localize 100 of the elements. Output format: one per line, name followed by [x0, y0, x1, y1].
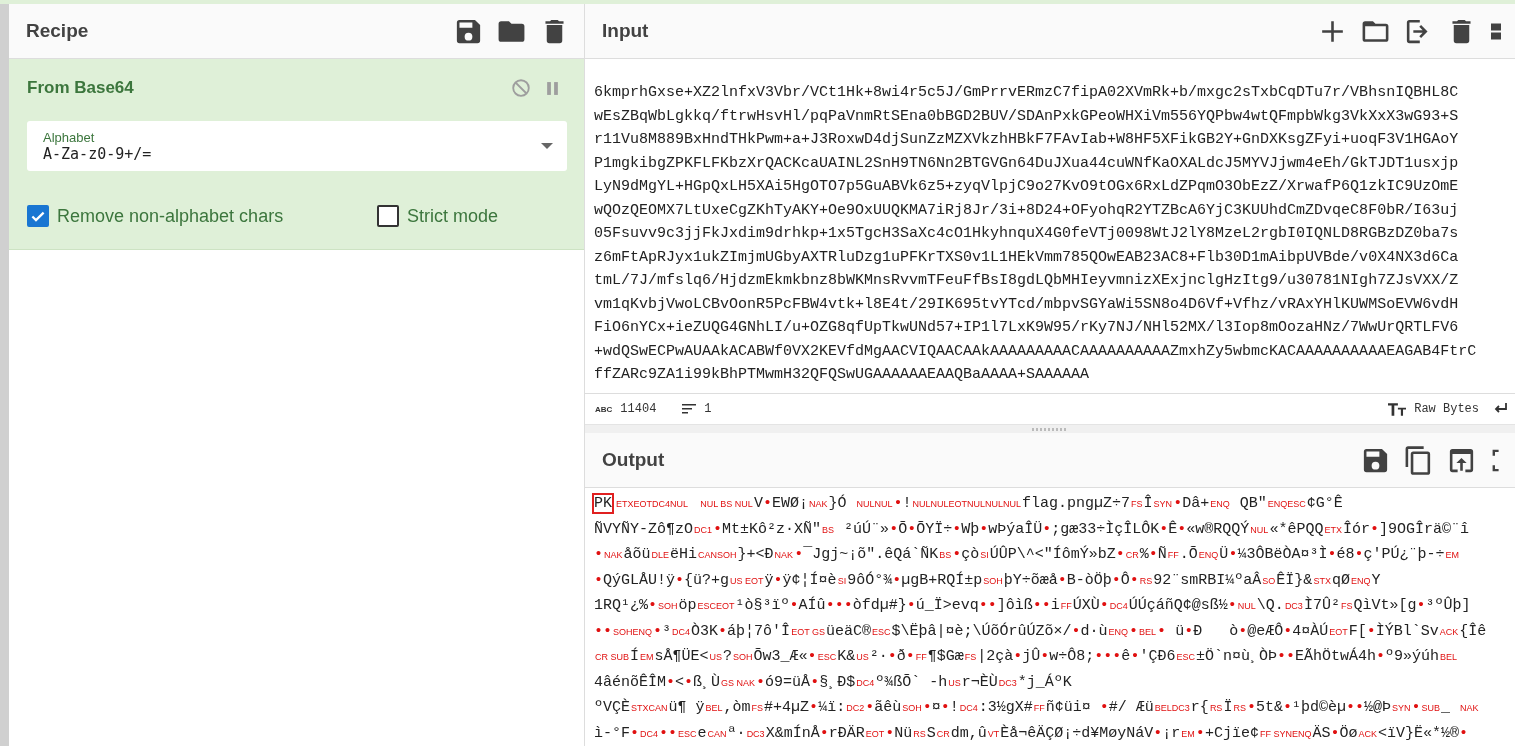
output-text: òfdµ#} [852, 597, 907, 614]
control-char-dot: • [940, 699, 950, 716]
control-char-dot: • [1327, 546, 1337, 563]
return-arrow-icon[interactable] [1493, 403, 1507, 415]
output-text: öp [678, 597, 697, 614]
control-char-label: DC4 [1108, 601, 1129, 611]
control-char-dot: • [819, 724, 829, 742]
output-text: ½@Þ [1364, 699, 1391, 716]
control-char-dot: • [1195, 724, 1205, 742]
control-char-label: SOH [901, 703, 923, 713]
output-text: ñ¢üi¤ [1045, 699, 1092, 716]
output-text: }+<Ð [737, 546, 774, 563]
text-size-icon[interactable] [1388, 402, 1407, 416]
output-text: ]ôìß [996, 597, 1033, 614]
output-text: jÛ [1022, 648, 1041, 665]
control-char-label: CR [1124, 550, 1140, 560]
output-text: º¾ßÕ` -h [875, 673, 948, 691]
output-text: ú_Ï>evq [915, 597, 979, 614]
control-char-dot: • [907, 520, 917, 538]
control-char-label: FF [1166, 550, 1180, 560]
output-text: 5t& [1255, 699, 1283, 716]
output-text: i [1050, 597, 1060, 614]
alphabet-dropdown[interactable]: Alphabet A-Za-z0-9+/= [27, 121, 567, 171]
output-text: §¸Ð$ [819, 673, 856, 691]
output-text: qØ [1331, 571, 1350, 589]
control-char-label: CANSOH [697, 550, 738, 560]
control-char-dot: ••• [1094, 648, 1122, 665]
output-text: 92¨smRBI¼ºaÂ [1153, 571, 1262, 589]
control-char-label: STX [1312, 575, 1332, 586]
control-char-label: NULNULEOTNULNULNUL [911, 499, 1023, 509]
lines-icon [682, 404, 697, 414]
output-text: +Cjïe¢ [1204, 724, 1259, 742]
control-char-dot: • [979, 520, 989, 538]
output-text: ß¸Ù [693, 673, 721, 691]
output-text: ¡r [1162, 724, 1181, 742]
control-char-label: NAK [807, 499, 829, 509]
encoding-label[interactable]: Raw Bytes [1414, 402, 1479, 416]
output-text: sÅ¶ÜE< [654, 648, 709, 665]
output-text: ¹ò§³ïº [735, 597, 790, 614]
output-text: ëHi [670, 546, 698, 563]
output-text: Ì7Û² [1303, 597, 1340, 614]
control-char-label: FS [1339, 601, 1354, 611]
control-char-label: SOH [982, 575, 1004, 586]
output-text: «w®RQQÝ [1186, 520, 1250, 538]
input-text-line: wEsZBqWbLgkkq/ftrwHsvHl/pqPaVnmRtSEna0bBGD2BUV/SDAnPxkGPeoWHXiVm556YQPbw4wtQFmpbWkg3VkXxX3wG93+S [594, 106, 1459, 127]
control-char-label: ESCEOT [696, 601, 736, 611]
output-text: Ê [1168, 520, 1178, 538]
grip-icon[interactable] [1032, 427, 1068, 431]
control-char-label: BS [938, 550, 953, 560]
output-text: Õw3_Æ« [753, 648, 808, 665]
output-text: Ò3K [691, 622, 719, 640]
control-char-dot: • [952, 546, 962, 563]
control-char-dot: • [892, 571, 902, 589]
control-char-dot: • [1099, 597, 1109, 614]
output-text: ! [902, 495, 912, 512]
input-text-line: vm1qKvbjVwoLCBvOonR5PcFBW4vtk+l8E4t/29IK695tvYTcd/mbpvSGYaWi5SN8o4D6Vf+Vfhz/vRAxYHlKUWMSoEVW6vdH [594, 294, 1459, 315]
control-char-dot: • [893, 495, 903, 512]
control-char-dot: • [675, 571, 685, 589]
output-text: Mt±Kô²z·XÑ" [722, 520, 822, 538]
input-text-line: z6mFtApRJyx1ukZImjmUGbyAXTRluDzg1uPFKrTXS0v1L1HEkVmm785QOwEAB23AC8+Flb30D1mAibpUVBde/v0X4NX3d6Ca [594, 247, 1459, 268]
output-text: r¬ÈÙ [961, 673, 998, 691]
output-text: 1RQ¹¿% [594, 597, 648, 614]
output-text: Èå¬êÄÇØ¡÷d¥MøyNáV [1000, 724, 1154, 742]
control-char-dot: •• [1346, 699, 1364, 716]
output-text: ÑVYÑY-Zô¶zO [594, 520, 694, 538]
control-char-label: FS [750, 703, 764, 713]
control-char-label: BELDC3 [1153, 703, 1191, 713]
output-text: åõü [623, 546, 651, 563]
control-char-label: FF [1033, 703, 1046, 713]
control-char-dot: • [1411, 699, 1421, 716]
control-char-dot: • [922, 699, 932, 716]
control-char-dot: • [809, 699, 819, 716]
output-text: w÷Ô8; [1049, 648, 1095, 665]
control-char-label: DC3 [745, 728, 766, 739]
control-char-dot: • [1159, 520, 1169, 538]
control-char-label: ACK [1357, 728, 1378, 739]
output-text: Wþ [961, 520, 980, 538]
control-char-label: NAK [773, 550, 795, 560]
control-char-label: EM [639, 652, 655, 662]
control-char-dot: • [1071, 622, 1081, 640]
input-text-line: 6kmprhGxse+XZ2lnfxV3Vbr/VCt1Hk+8wi4r5c5J/GmPrrvERmzC7fipA02XVmRk+b/mxgc2sTxbCqDTu7r/VBhsnIQBHL8C [594, 83, 1459, 103]
control-char-dot: • [807, 648, 817, 665]
control-char-label: VT [986, 728, 1001, 739]
control-char-dot: • [762, 495, 772, 512]
control-char-label: NUL [1249, 524, 1270, 535]
output-text: ÚXÙ [1072, 597, 1100, 614]
control-char-label: RS [1208, 703, 1224, 713]
control-char-dot: • [1153, 724, 1163, 742]
checkbox[interactable] [377, 205, 399, 227]
output-text: ! [949, 699, 959, 716]
control-char-dot: • [1130, 648, 1140, 665]
control-char-label: SI [836, 575, 848, 586]
control-char-label: EOT [1328, 626, 1349, 637]
control-char-dot: •• [978, 597, 997, 614]
control-char-dot: • [1227, 597, 1237, 614]
control-char-label: SYN [1152, 499, 1174, 509]
checkbox[interactable] [27, 205, 49, 227]
output-text: ÿ [764, 571, 774, 589]
panel-resize-handle[interactable] [585, 424, 1515, 433]
control-char-label: BEL [1138, 626, 1158, 637]
